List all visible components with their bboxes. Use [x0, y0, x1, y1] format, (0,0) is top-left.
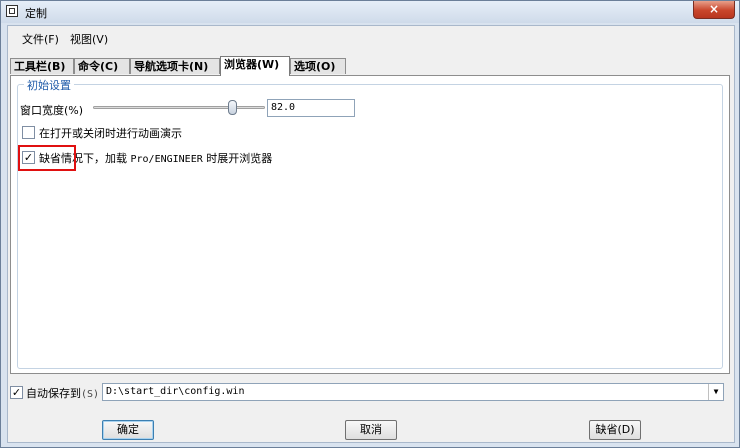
autosave-label: 自动保存到(S)	[26, 385, 99, 401]
menu-bar: 文件(F) 视图(V)	[8, 26, 734, 48]
ok-button[interactable]: 确定	[102, 420, 154, 440]
label-part-rest: 况下，加载	[72, 152, 127, 165]
customize-dialog: 定制 × 文件(F) 视图(V) 工具栏(B) 命令(C) 导航选项卡(N) 浏…	[0, 0, 740, 448]
app-icon	[6, 5, 18, 17]
annotation-highlight	[18, 145, 76, 171]
dialog-body: 文件(F) 视图(V) 工具栏(B) 命令(C) 导航选项卡(N) 浏览器(W)…	[7, 25, 735, 443]
cancel-button[interactable]: 取消	[345, 420, 397, 440]
autosave-shortcut: (S)	[81, 389, 100, 400]
menu-view[interactable]: 视图(V)	[70, 31, 108, 47]
label-part-tail: 时展开浏览器	[206, 152, 273, 165]
blank-area	[99, 179, 263, 235]
group-title: 初始设置	[24, 77, 74, 93]
tab-navigator[interactable]: 导航选项卡(N)	[130, 58, 220, 74]
window-title: 定制	[25, 7, 47, 20]
animate-checkbox[interactable]	[22, 126, 35, 139]
tab-commands[interactable]: 命令(C)	[74, 58, 130, 74]
tab-browser[interactable]: 浏览器(W)	[220, 56, 290, 76]
animate-label: 在打开或关闭时进行动画演示	[39, 127, 182, 140]
autosave-checkbox[interactable]: ✓	[10, 386, 23, 399]
window-width-slider[interactable]	[93, 100, 265, 115]
close-button[interactable]: ×	[693, 1, 735, 19]
config-path-combobox[interactable]: D:\start_dir\config.win ▼	[102, 383, 724, 401]
tab-strip: 工具栏(B) 命令(C) 导航选项卡(N) 浏览器(W) 选项(O)	[8, 56, 734, 76]
tab-options[interactable]: 选项(O)	[290, 58, 346, 74]
window-width-label: 窗口宽度(%)	[20, 104, 84, 117]
default-button[interactable]: 缺省(D)	[589, 420, 641, 440]
tab-toolbars[interactable]: 工具栏(B)	[10, 58, 74, 74]
menu-file[interactable]: 文件(F)	[22, 31, 59, 47]
title-bar[interactable]: 定制 ×	[1, 1, 739, 23]
slider-thumb[interactable]	[228, 100, 238, 115]
chevron-down-icon[interactable]: ▼	[708, 384, 723, 400]
config-path-value: D:\start_dir\config.win	[106, 386, 245, 397]
product-name: Pro/ENGINEER	[130, 154, 203, 165]
autosave-text: 自动保存到	[26, 387, 81, 400]
window-width-input[interactable]: 82.0	[267, 99, 355, 117]
